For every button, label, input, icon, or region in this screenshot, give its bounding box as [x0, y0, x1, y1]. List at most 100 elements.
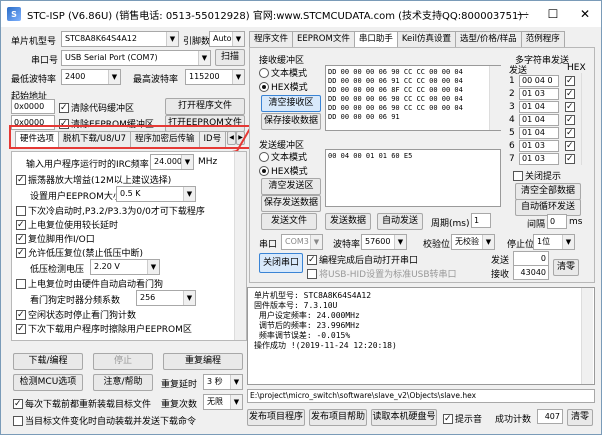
assist-baud-select[interactable]: 57600 ▼: [361, 234, 407, 250]
recv-scrollbar[interactable]: [489, 66, 501, 130]
recv-hex-mode-radio[interactable]: HEX模式: [259, 80, 308, 93]
info-line: 调节后的频率: 23.996MHz: [254, 321, 360, 330]
repeat-program-button[interactable]: 重复编程: [163, 353, 243, 370]
reload-file-label: 每次下载前都重新装载目标文件: [25, 400, 152, 410]
multi-row-hex-checkbox[interactable]: [565, 76, 577, 86]
stop-button[interactable]: 停止: [93, 353, 153, 370]
multi-row-input[interactable]: 01 04: [519, 101, 559, 113]
retry-count-select[interactable]: 无限 ▼: [203, 394, 243, 410]
clear-count-button[interactable]: 清零: [553, 259, 579, 276]
help-button[interactable]: 注意/帮助: [93, 374, 153, 391]
long-delay-checkbox[interactable]: 上电复位使用较长延时: [16, 218, 118, 231]
sent-count-value: 0: [513, 251, 549, 266]
checkbox-checked-icon: [16, 233, 26, 244]
info-scrollbar[interactable]: [581, 288, 593, 384]
multi-row-hex-checkbox[interactable]: [565, 154, 577, 164]
reload-file-checkbox[interactable]: 每次下载前都重新装载目标文件: [13, 397, 151, 410]
multi-row-index: 7: [509, 154, 515, 164]
auto-send-button[interactable]: 自动发送: [377, 213, 423, 230]
auto-send-on-change-checkbox[interactable]: 当目标文件变化时自动装载并发送下载命令: [13, 414, 196, 427]
interval-unit: ms: [569, 217, 583, 227]
multi-row-input[interactable]: 01 04: [519, 127, 559, 139]
clear-success-button[interactable]: 清零: [567, 409, 593, 426]
chevron-down-icon: ▼: [310, 235, 322, 249]
tab-keil-sim[interactable]: Keil仿真设置: [396, 31, 456, 47]
send-hex-mode-label: HEX模式: [271, 167, 308, 177]
interval-input[interactable]: 0: [547, 214, 567, 229]
multi-row-input[interactable]: 01 03: [519, 140, 559, 152]
close-tips-checkbox[interactable]: 关闭提示: [513, 169, 561, 182]
retry-count-label: 重复次数: [161, 400, 198, 410]
reset-as-io-checkbox[interactable]: 复位脚用作I/O口: [16, 232, 95, 245]
multi-row-input[interactable]: 01 03: [519, 153, 559, 165]
stop-bits-value: 1位: [537, 237, 551, 246]
save-send-button[interactable]: 保存发送数据: [261, 195, 321, 212]
p32-p33-checkbox[interactable]: 下次冷启动时,P3.2/P3.3为0/0才可下载程序: [16, 204, 205, 217]
erase-eeprom-checkbox[interactable]: 下次下载用户程序时擦除用户EEPROM区: [16, 322, 192, 335]
chevron-down-icon: ▼: [394, 235, 406, 249]
checkbox-checked-icon: [565, 154, 575, 164]
reset-as-io-label: 复位脚用作I/O口: [28, 235, 95, 245]
assist-baud-label: 波特率: [333, 240, 361, 250]
multi-row-input[interactable]: 00 04 0: [519, 75, 559, 87]
auto-open-port-checkbox[interactable]: 编程完成后自动打开串口: [307, 253, 418, 266]
multi-row-input[interactable]: 01 03: [519, 88, 559, 100]
save-recv-button[interactable]: 保存接收数据: [261, 113, 321, 130]
send-data-box[interactable]: 00 04 00 01 01 60 E5: [325, 149, 501, 207]
clear-send-button[interactable]: 清空发送区: [261, 178, 321, 195]
multi-row-hex-checkbox[interactable]: [565, 102, 577, 112]
send-hex-mode-radio[interactable]: HEX模式: [259, 164, 308, 177]
multi-row-hex-checkbox[interactable]: [565, 89, 577, 99]
tab-serial-assistant[interactable]: 串口助手: [353, 31, 398, 47]
retry-delay-select[interactable]: 3 秒 ▼: [203, 374, 243, 390]
recv-text-mode-radio[interactable]: 文本模式: [259, 66, 307, 79]
multi-row-hex-checkbox[interactable]: [565, 141, 577, 151]
options-scrollbar[interactable]: [234, 152, 246, 340]
lvd-voltage-value: 2.20 V: [94, 262, 120, 271]
wdt-auto-checkbox[interactable]: 上电复位时由硬件自动启动看门狗: [16, 277, 163, 290]
close-port-button[interactable]: 关闭串口: [259, 253, 303, 273]
send-data-button[interactable]: 发送数据: [325, 213, 371, 230]
publish-help-button[interactable]: 发布项目帮助: [309, 409, 367, 426]
assist-port-select[interactable]: COM3 ▼: [281, 234, 323, 250]
send-text-mode-radio[interactable]: 文本模式: [259, 150, 307, 163]
checkbox-unchecked-icon: [307, 268, 317, 279]
stop-bits-select[interactable]: 1位 ▼: [533, 234, 575, 250]
tab-eeprom-file[interactable]: EEPROM文件: [292, 31, 355, 47]
eeprom-size-select[interactable]: 0.5 K ▼: [116, 186, 196, 202]
tab-selection-price[interactable]: 选型/价格/样品: [454, 31, 522, 47]
usb-cdc-checkbox[interactable]: 将USB-HID设置为标准USB转串口: [307, 267, 457, 280]
publish-program-button[interactable]: 发布项目程序: [247, 409, 305, 426]
send-file-button[interactable]: 发送文件: [261, 213, 317, 230]
multi-row-input[interactable]: 01 04: [519, 114, 559, 126]
multi-hex-header: HEX: [567, 63, 586, 73]
clear-recv-button[interactable]: 清空接收区: [261, 95, 321, 112]
wdt-div-select[interactable]: 256 ▼: [136, 290, 196, 306]
amp-gain-checkbox[interactable]: 振荡器放大增益(12M以上建议选择): [16, 173, 171, 186]
parity-label: 校验位: [423, 240, 451, 250]
multi-row-hex-checkbox[interactable]: [565, 115, 577, 125]
multi-scrollbar[interactable]: [581, 73, 593, 165]
checkbox-checked-icon: [565, 76, 575, 86]
lvd-reset-label: 允许低压复位(禁止低压中断): [28, 249, 144, 259]
clear-all-button[interactable]: 清空全部数据: [515, 183, 581, 200]
lvd-reset-checkbox[interactable]: 允许低压复位(禁止低压中断): [16, 246, 143, 259]
lvd-voltage-select[interactable]: 2.20 V ▼: [90, 259, 160, 275]
idle-stop-wdt-checkbox[interactable]: 空闲状态时停止看门狗计数: [16, 308, 136, 321]
checkbox-checked-icon: [565, 89, 575, 99]
irc-freq-label: 输入用户程序运行时的IRC频率: [26, 160, 149, 170]
beep-checkbox[interactable]: 提示音: [443, 412, 482, 425]
p32-p33-label: 下次冷启动时,P3.2/P3.3为0/0才可下载程序: [28, 207, 205, 217]
multi-row-hex-checkbox[interactable]: [565, 128, 577, 138]
parity-select[interactable]: 无校验 ▼: [451, 234, 495, 250]
detect-mcu-button[interactable]: 检测MCU选项: [13, 374, 83, 391]
irc-freq-select[interactable]: 24.000 ▼: [150, 154, 194, 170]
period-input[interactable]: 1: [471, 213, 491, 228]
recv-data-box[interactable]: DD 00 00 00 06 90 CC CC 00 00 04 DD 00 00…: [325, 65, 501, 131]
checkbox-checked-icon: [16, 309, 26, 320]
download-program-button[interactable]: 下载/编程: [13, 353, 83, 370]
tab-program-file[interactable]: 程序文件: [249, 31, 294, 47]
recv-line: DD 00 00 00 06 8F CC CC 00 00 04: [328, 86, 463, 94]
read-disk-serial-button[interactable]: 读取本机硬盘号: [371, 409, 437, 426]
tab-examples[interactable]: 范例程序: [520, 31, 565, 47]
